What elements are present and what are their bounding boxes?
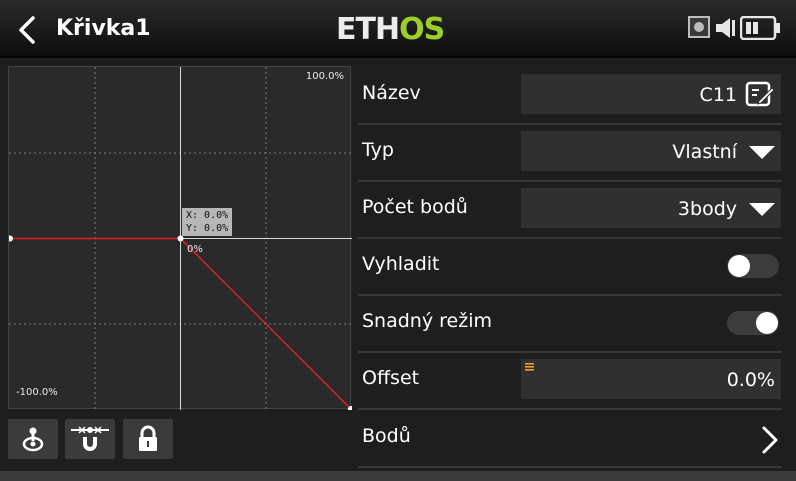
curve-point-2[interactable]	[177, 235, 184, 242]
point-tooltip: X: 0.0% Y: 0.0%	[182, 208, 233, 236]
row-name: Název C11	[358, 68, 782, 125]
row-offset: Offset 0.0%	[358, 353, 782, 410]
smooth-label: Vyhladit	[362, 253, 440, 275]
menu-indicator-icon	[525, 363, 534, 371]
offset-field[interactable]: 0.0%	[521, 359, 781, 399]
name-field[interactable]: C11	[521, 74, 781, 114]
center-value-label: 0%	[187, 244, 203, 255]
easy-mode-label: Snadný režim	[362, 310, 492, 332]
header-bar: Křivka1 ETHOS	[0, 0, 796, 58]
row-easy-mode: Snadný režim	[358, 296, 782, 353]
row-bodu[interactable]: Bodů	[358, 411, 782, 468]
graph-max-label: 100.0%	[305, 71, 344, 82]
type-select[interactable]: Vlastní	[521, 131, 781, 171]
type-value: Vlastní	[672, 141, 737, 163]
name-label: Název	[362, 82, 421, 104]
offset-label: Offset	[362, 367, 420, 389]
bottom-bar	[0, 471, 796, 481]
magnet-button[interactable]	[65, 419, 115, 459]
magnet-icon	[71, 426, 109, 451]
easy-mode-toggle[interactable]	[727, 311, 779, 335]
page-title: Křivka1	[56, 16, 151, 41]
speaker-icon	[716, 18, 735, 38]
dropdown-arrow-icon	[749, 146, 775, 159]
lock-icon	[139, 425, 157, 451]
lock-button[interactable]	[123, 419, 173, 459]
type-label: Typ	[362, 139, 394, 161]
points-select[interactable]: 3body	[521, 188, 781, 228]
row-type: Typ Vlastní	[358, 125, 782, 182]
curve-graph-svg	[9, 67, 352, 410]
joystick-button[interactable]	[8, 419, 58, 459]
row-smooth: Vyhladit	[358, 239, 782, 296]
curve-point-1[interactable]	[9, 235, 13, 242]
record-icon	[688, 16, 710, 38]
toggle-knob	[728, 255, 750, 277]
graph-min-label: -100.0%	[16, 387, 58, 398]
joystick-icon	[22, 427, 44, 452]
back-button[interactable]	[10, 12, 46, 48]
dropdown-arrow-icon	[749, 203, 775, 216]
battery-icon	[740, 16, 780, 40]
chevron-right-icon	[762, 426, 778, 454]
ethos-logo: ETHOS	[336, 12, 445, 47]
chevron-left-icon	[19, 16, 35, 44]
toggle-knob	[756, 312, 778, 334]
row-points: Počet bodů 3body	[358, 182, 782, 239]
bodu-label: Bodů	[362, 425, 411, 447]
edit-icon	[745, 81, 775, 107]
name-value: C11	[699, 84, 737, 106]
curve-graph[interactable]: 100.0% -100.0% X: 0.0% Y: 0.0% 0%	[8, 66, 352, 410]
offset-value: 0.0%	[726, 369, 775, 391]
points-value: 3body	[677, 198, 737, 220]
points-label: Počet bodů	[362, 196, 468, 218]
smooth-toggle[interactable]	[727, 254, 779, 278]
